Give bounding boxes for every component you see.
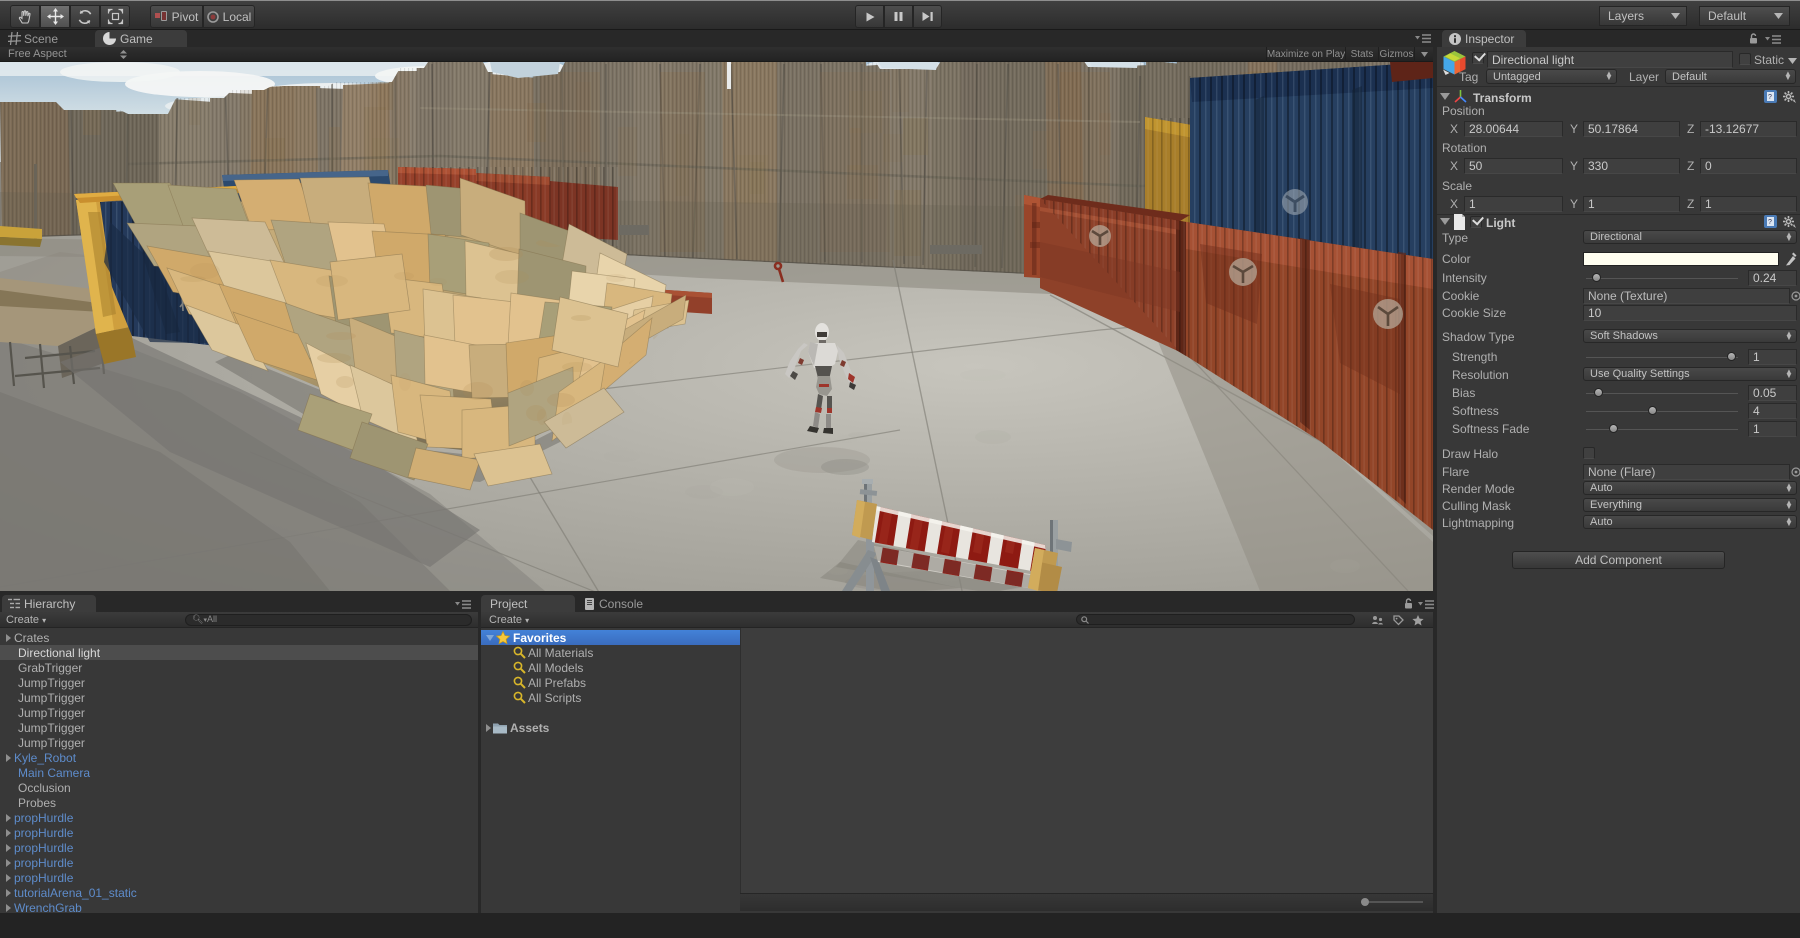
svg-text:?: ? (1768, 219, 1772, 226)
svg-text:?: ? (1768, 94, 1772, 101)
